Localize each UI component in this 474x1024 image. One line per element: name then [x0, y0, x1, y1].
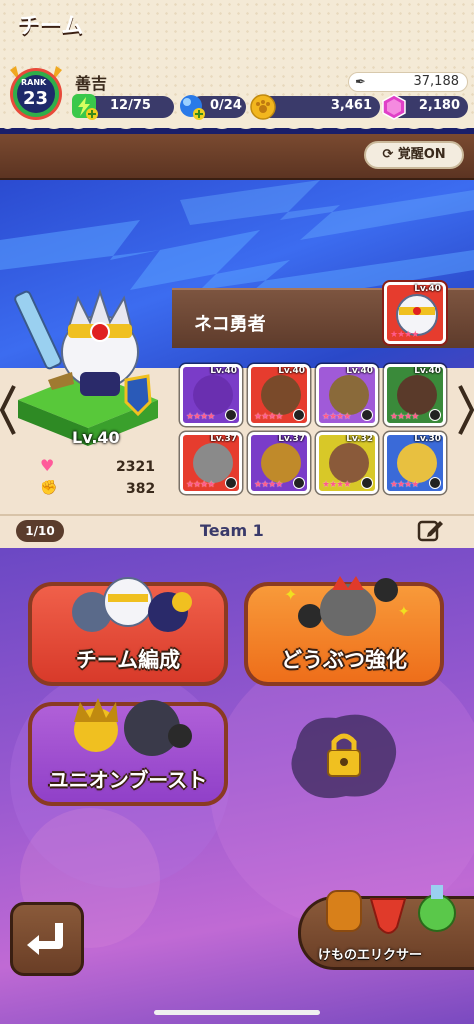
element-icon: [429, 477, 441, 489]
member-level: Lv.30: [414, 434, 441, 444]
member-stars: ★★★★: [254, 412, 283, 422]
stamina-value: 12/75: [110, 98, 151, 113]
animal-power-up-button[interactable]: ✦ ✦ どうぶつ強化: [244, 576, 444, 686]
team-name[interactable]: Team 1: [200, 521, 264, 540]
animal-power-up-label: どうぶつ強化: [281, 648, 407, 672]
gem-value: 2,180: [418, 98, 460, 113]
score-value: 37,188: [413, 74, 460, 89]
orb-value: 0/24: [210, 98, 242, 113]
member-stars: ★★★★: [390, 412, 419, 422]
union-boost-characters: [74, 698, 192, 756]
svg-text:✦: ✦: [284, 585, 297, 604]
leader-card-stars: ★★★★: [390, 330, 419, 340]
feather-icon: ✒: [355, 75, 366, 90]
team-member-card[interactable]: Lv.40 ★★★★: [180, 364, 242, 426]
rank-value: 23: [23, 88, 49, 109]
previous-team-arrow[interactable]: [0, 384, 16, 436]
return-arrow-icon: [27, 923, 63, 955]
pink-gem-icon: [382, 94, 406, 120]
back-button[interactable]: [10, 902, 84, 976]
fist-icon: ✊: [40, 480, 58, 496]
member-level: Lv.40: [414, 366, 441, 376]
edit-team-name-icon[interactable]: [416, 518, 444, 544]
svg-text:✦: ✦: [398, 604, 410, 620]
member-stars: ★★★★: [254, 480, 283, 490]
stamina-bolt-icon: [72, 94, 98, 120]
paw-coin-icon: [250, 94, 276, 120]
power-up-character: ✦ ✦: [284, 576, 410, 636]
locked-slot: [291, 714, 397, 799]
member-stars: ★★★★: [390, 480, 419, 490]
element-icon: [293, 477, 305, 489]
refresh-icon: ⟳: [382, 147, 398, 162]
member-level: Lv.32: [346, 434, 373, 444]
heart-icon: ♥: [40, 456, 55, 475]
rank-badge[interactable]: RANK 23: [6, 62, 66, 122]
element-icon: [429, 409, 441, 421]
union-boost-label: ユニオンブースト: [48, 768, 208, 792]
team-edit-label: チーム編成: [75, 648, 181, 672]
team-member-card[interactable]: Lv.37 ★★★★: [180, 432, 242, 494]
page-title: チーム: [18, 14, 84, 39]
coin-value: 3,461: [330, 98, 372, 113]
rank-label: RANK: [21, 78, 47, 87]
element-icon: [361, 477, 373, 489]
member-stars: ★★★★: [322, 412, 351, 422]
awake-toggle-button[interactable]: ⟳ 覚醒ON: [364, 141, 464, 169]
member-level: Lv.37: [210, 434, 237, 444]
member-stars: ★★★★: [186, 480, 215, 490]
home-indicator[interactable]: [154, 1010, 320, 1015]
leader-card-level: Lv.40: [414, 284, 441, 294]
member-level: Lv.40: [346, 366, 373, 376]
awake-label: 覚醒ON: [397, 147, 446, 162]
team-member-card[interactable]: Lv.40 ★★★★: [248, 364, 310, 426]
member-stars: ★★★★: [322, 480, 351, 490]
score-display: ✒ 37,188: [348, 72, 468, 92]
beast-elixir-label: けものエリクサー: [318, 948, 423, 963]
leader-attack: 382: [126, 481, 156, 497]
element-icon: [225, 409, 237, 421]
leader-card[interactable]: Lv.40 ★★★★: [384, 282, 446, 344]
member-level: Lv.40: [278, 366, 305, 376]
team-member-card[interactable]: Lv.40 ★★★★: [316, 364, 378, 426]
leader-name: ネコ勇者: [194, 314, 266, 335]
member-level: Lv.40: [210, 366, 237, 376]
union-boost-button[interactable]: ユニオンブースト: [28, 698, 228, 806]
leader-level: Lv.40: [72, 428, 120, 447]
element-icon: [361, 409, 373, 421]
blue-orb-icon: [180, 95, 205, 120]
coin-bar[interactable]: 3,461: [258, 96, 380, 118]
leader-hp: 2321: [116, 459, 155, 475]
team-page-indicator: 1/10: [16, 520, 64, 542]
element-icon: [225, 477, 237, 489]
element-icon: [293, 409, 305, 421]
team-member-card[interactable]: Lv.32 ★★★★: [316, 432, 378, 494]
player-name: 善吉: [75, 74, 108, 93]
team-member-card[interactable]: Lv.37 ★★★★: [248, 432, 310, 494]
team-edit-characters: [72, 577, 192, 632]
team-edit-button[interactable]: チーム編成: [28, 577, 228, 686]
next-team-arrow[interactable]: [458, 384, 474, 436]
team-member-card[interactable]: Lv.30 ★★★★: [384, 432, 446, 494]
member-level: Lv.37: [278, 434, 305, 444]
team-member-card[interactable]: Lv.40 ★★★★: [384, 364, 446, 426]
member-stars: ★★★★: [186, 412, 215, 422]
